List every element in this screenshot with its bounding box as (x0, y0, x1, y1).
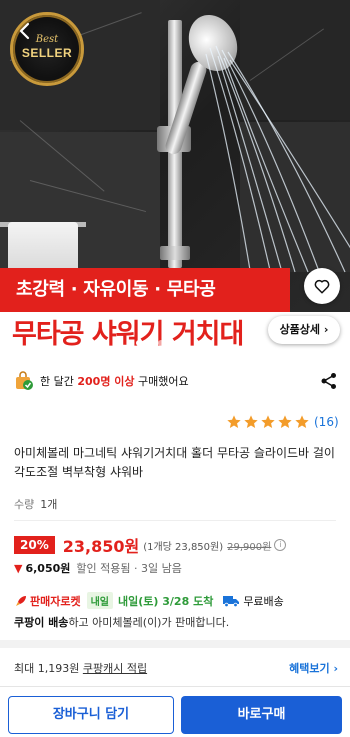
section-divider (0, 640, 350, 648)
heart-icon (314, 279, 330, 294)
wishlist-heart-button[interactable] (304, 268, 340, 304)
purchase-stats-text: 한 달간 200명 이상 구매했어요 (40, 373, 189, 389)
star-icon (244, 415, 258, 428)
product-title: 아미체볼레 마그네틱 샤워기거치대 홀더 무타공 슬라이드바 걸이 각도조절 벽… (14, 446, 335, 479)
seller-bold-text: 쿠팡이 배송 (14, 616, 69, 629)
savings-amount: 6,050원 (25, 562, 71, 575)
product-detail-label: 상품상세 (279, 323, 321, 336)
shopping-bag-icon (14, 371, 34, 391)
carousel-dot[interactable] (147, 340, 153, 346)
badge-seller-text: SELLER (21, 46, 73, 60)
savings-note: 할인 적용됨 · 3일 남음 (76, 562, 182, 575)
delivery-row: 판매자로켓 내일 내일(토) 3/28 도착 무료배송 (14, 592, 284, 609)
star-icon (227, 415, 241, 428)
cash-prefix: 최대 1,193원 (14, 662, 80, 675)
star-icon (278, 415, 292, 428)
quantity-label: 수량 (14, 498, 35, 511)
arrival-date: 내일(토) 3/28 도착 (118, 594, 214, 608)
carousel-indicator (136, 340, 186, 346)
review-count[interactable]: (16) (314, 415, 339, 429)
seller-rest-text: 하고 아미체볼레(이)가 판매합니다. (68, 616, 230, 629)
price-row: 20% 23,850원 (1개당 23,850원) 29,900원 i (14, 534, 287, 556)
rocket-icon (16, 595, 26, 606)
bar-base-image (160, 246, 190, 260)
back-icon[interactable] (16, 22, 34, 40)
product-detail-button[interactable]: 상품상세 › (268, 316, 340, 344)
carousel-dot[interactable] (169, 340, 175, 346)
buy-now-button[interactable]: 바로구매 (181, 696, 342, 734)
star-icon (295, 415, 309, 428)
cash-link[interactable]: 쿠팡캐시 적립 (83, 662, 147, 675)
rocket-label: 판매자로켓 (30, 594, 81, 608)
towel-image (8, 222, 78, 272)
purchase-stats-prefix: 한 달간 (40, 375, 74, 388)
add-to-cart-button[interactable]: 장바구니 담기 (8, 696, 174, 734)
purchase-stats-row: 한 달간 200명 이상 구매했어요 (14, 370, 338, 392)
product-image-carousel[interactable]: Best SELLER 초강력 · 자유이동 · 무타공 무타공 샤워기 거치대… (0, 0, 350, 358)
carousel-dot[interactable] (158, 340, 164, 346)
benefits-link[interactable]: 혜택보기 › (289, 660, 338, 676)
savings-row: ▼ 6,050원 할인 적용됨 · 3일 남음 (14, 560, 182, 576)
purchase-stats-suffix: 구매했어요 (138, 375, 189, 388)
truck-icon (223, 595, 240, 607)
seller-info: 쿠팡이 배송하고 아미체볼레(이)가 판매합니다. (14, 614, 229, 630)
original-price: 29,900원 (227, 541, 272, 553)
bottom-action-bar: 장바구니 담기 바로구매 (0, 686, 350, 737)
quantity-row: 수량 1개 (14, 496, 57, 512)
share-icon[interactable] (320, 372, 338, 390)
arrow-down-icon: ▼ (14, 561, 23, 575)
carousel-dot[interactable] (136, 340, 142, 346)
rating-row[interactable]: (16) (226, 414, 339, 430)
water-spray-image (205, 45, 350, 275)
quantity-value: 1개 (40, 498, 58, 511)
carousel-dot[interactable] (180, 340, 186, 346)
hero-headline-top: 초강력 · 자유이동 · 무타공 (0, 268, 290, 312)
divider (14, 520, 336, 521)
tomorrow-tag: 내일 (86, 592, 114, 609)
discount-badge: 20% (14, 536, 55, 554)
cash-reward-row: 최대 1,193원 쿠팡캐시 적립 혜택보기 › (14, 660, 338, 676)
sale-price: 23,850원 (62, 537, 140, 556)
star-icon (261, 415, 275, 428)
info-icon[interactable]: i (274, 539, 287, 551)
unit-price: (1개당 23,850원) (143, 541, 224, 553)
free-shipping: 무료배송 (243, 594, 284, 608)
purchase-stats-count: 200명 이상 (77, 375, 135, 388)
